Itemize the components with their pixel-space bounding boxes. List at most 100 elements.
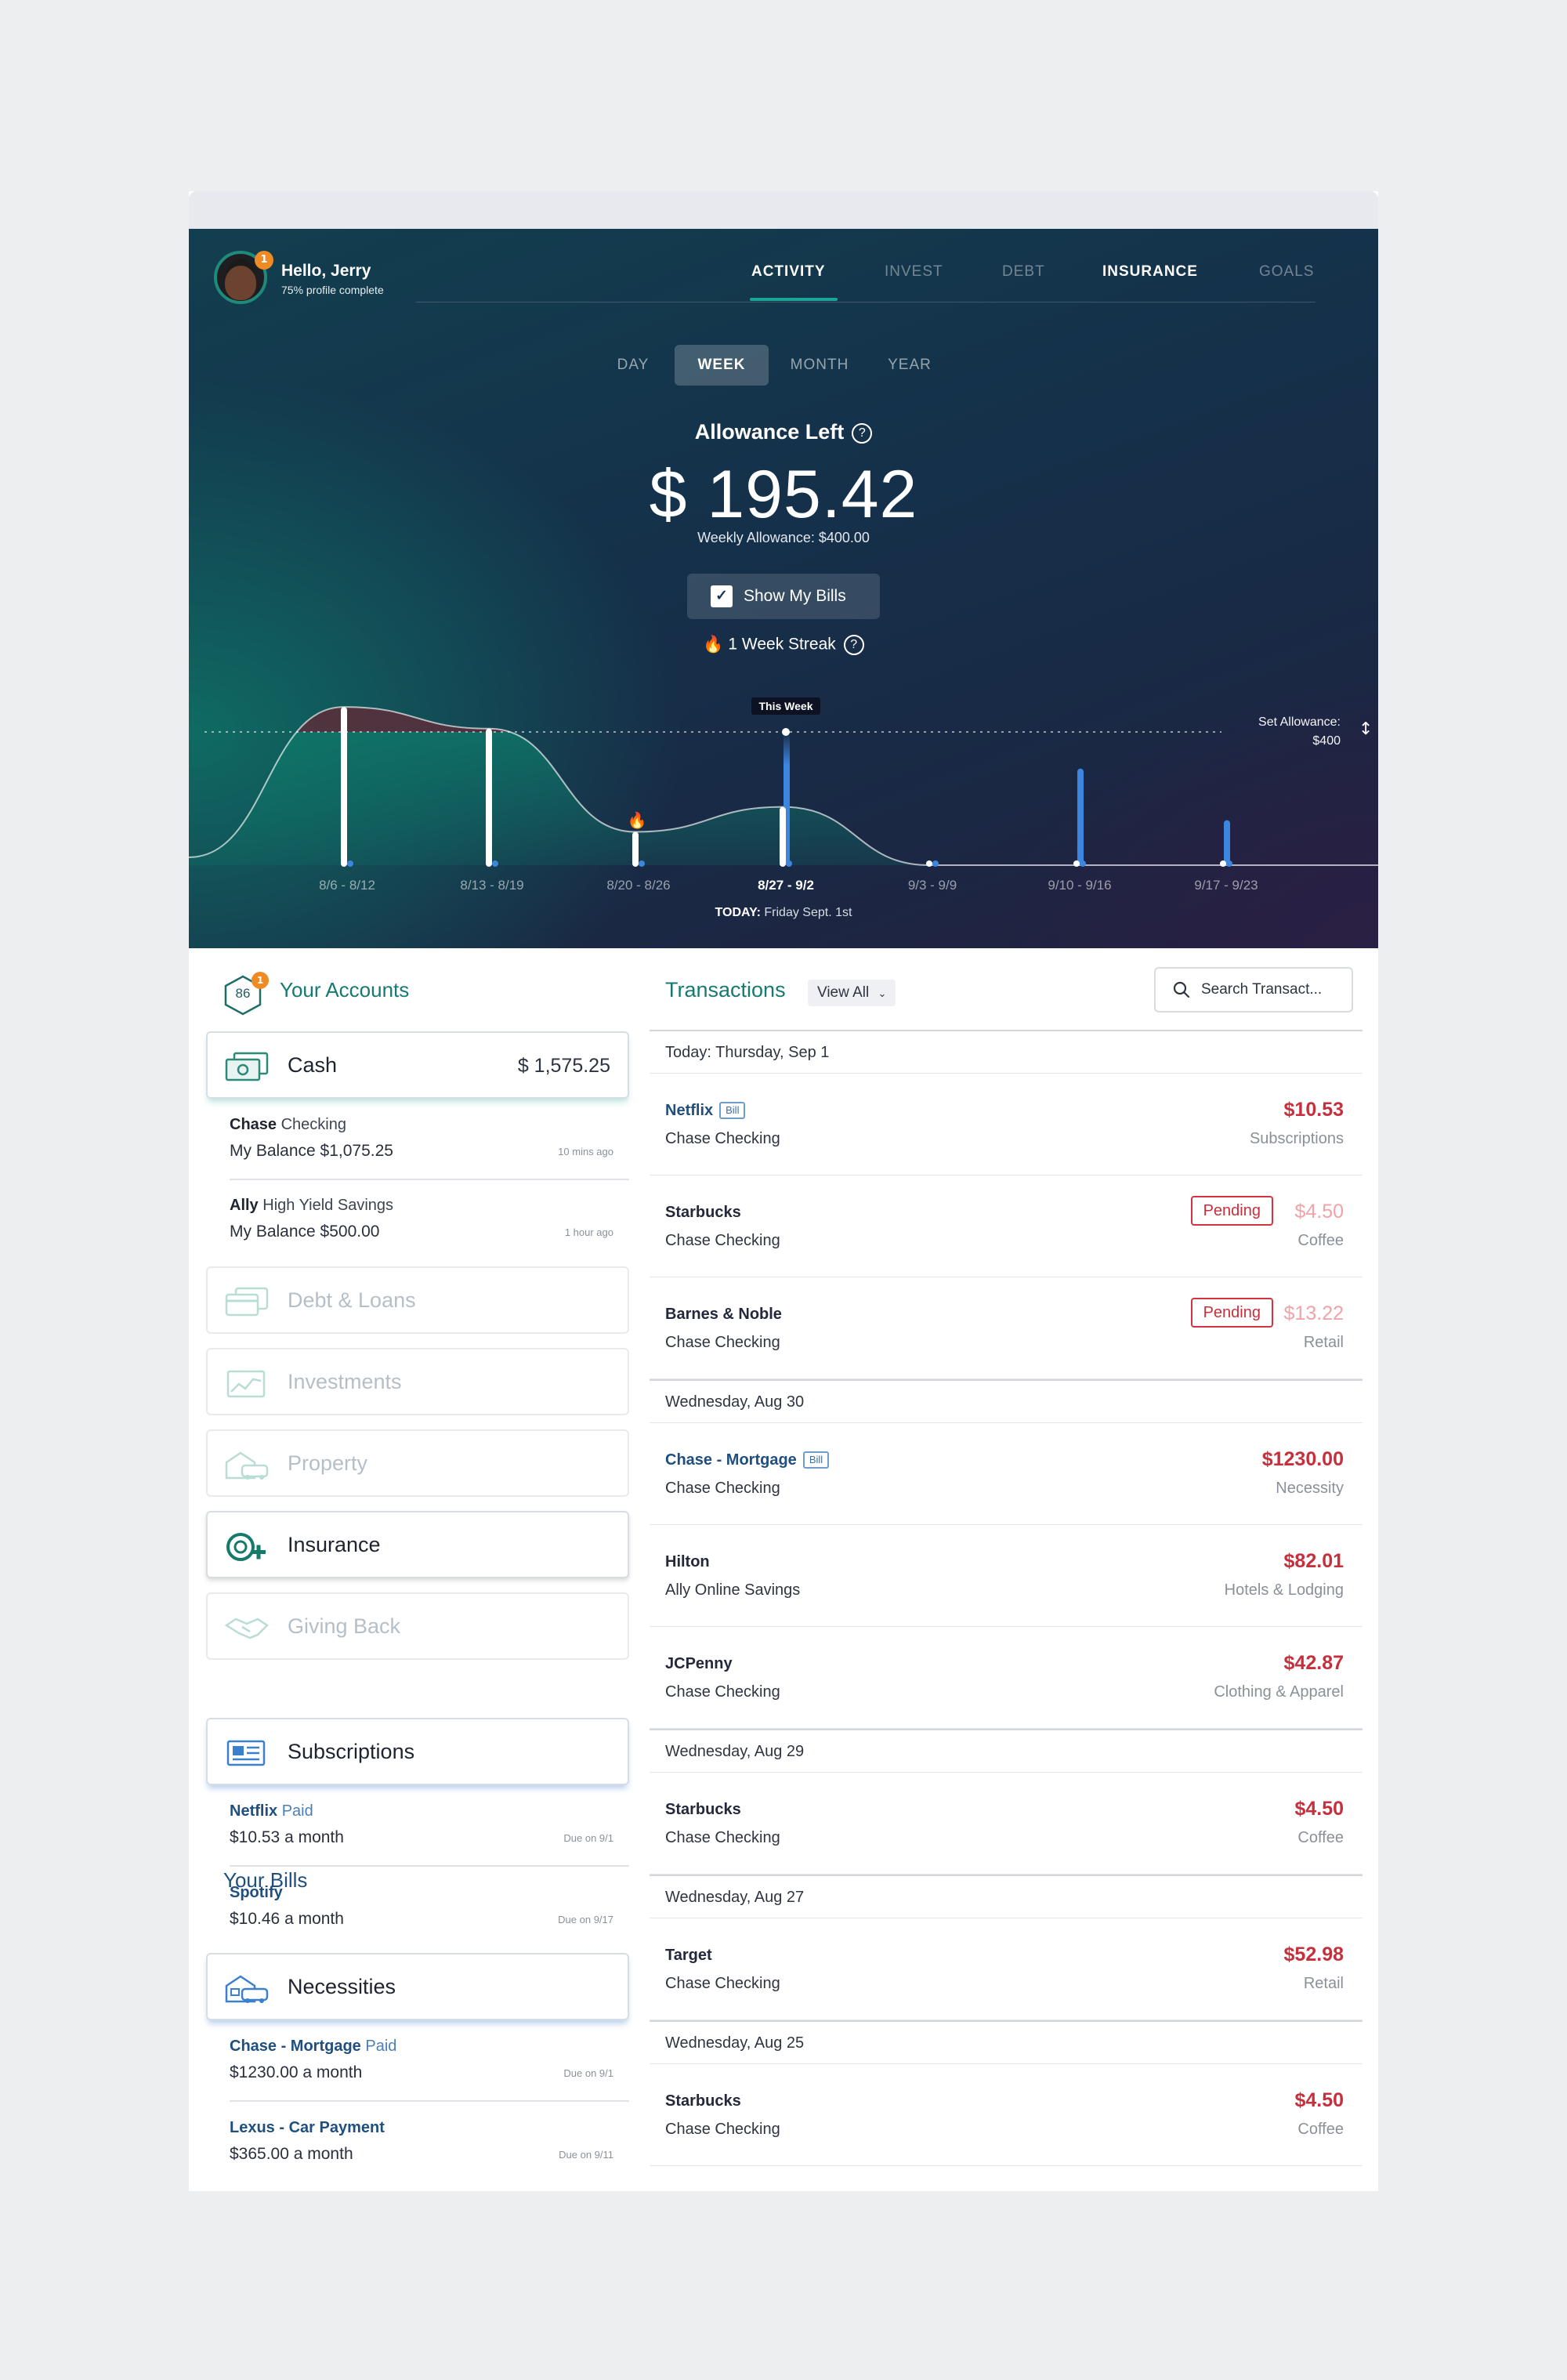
transaction-row[interactable]: JCPenny Chase Checking $42.87 Clothing & Ap… [650, 1627, 1363, 1729]
transaction-amount: $52.98 [1283, 1943, 1344, 1965]
bar-dot [341, 860, 347, 867]
bill-name: Spotify [230, 1884, 283, 1901]
updated-time: 10 mins ago [558, 1146, 613, 1157]
transaction-category: Subscriptions [1249, 1130, 1344, 1147]
bill-amount: $10.46 a month [230, 1910, 344, 1928]
transaction-date-header: Today: Thursday, Sep 1 [650, 1030, 1363, 1074]
merchant-name: Chase - Mortgage [665, 1451, 797, 1469]
transaction-merchant: Starbucks [665, 2092, 741, 2110]
transaction-merchant: JCPenny [665, 1655, 733, 1673]
bill-item-car-payment[interactable]: Lexus - Car Payment $365.00 a month Due … [230, 2119, 613, 2164]
transactions-title: Transactions [665, 978, 786, 1002]
bill-card-label: Subscriptions [288, 1740, 415, 1763]
transaction-row[interactable]: Barnes & Noble Chase Checking Pending $13.2… [650, 1277, 1363, 1379]
bill-item-spotify[interactable]: Spotify $10.46 a month Due on 9/17 [230, 1884, 613, 1929]
account-label: Cash [288, 1053, 338, 1077]
search-input[interactable] [1201, 981, 1339, 998]
transaction-account: Chase Checking [665, 1232, 780, 1249]
transaction-account: Chase Checking [665, 1683, 780, 1701]
activity-hero: 1 Hello, Jerry 75% profile complete ACTI… [189, 229, 1378, 948]
transaction-row[interactable]: Target Chase Checking $52.98 Retail [650, 1918, 1363, 2020]
bill-status: Paid [365, 2038, 397, 2055]
account-card-insurance[interactable]: Insurance [206, 1511, 629, 1578]
set-allowance-label[interactable]: Set Allowance: $400 [1231, 713, 1341, 751]
bar-dot [1220, 860, 1226, 867]
transaction-row[interactable]: Chase - Mortgage Bill Chase Checking $1230.… [650, 1423, 1363, 1525]
transaction-amount: $1230.00 [1261, 1448, 1344, 1470]
account-item-ally[interactable]: Ally High Yield Savings My Balance $500.… [230, 1197, 613, 1241]
account-card-giving-back[interactable]: Giving Back [206, 1592, 629, 1660]
set-allowance-text: Set Allowance: [1258, 715, 1341, 729]
bill-due: Due on 9/17 [558, 1914, 613, 1925]
transaction-date-header: Wednesday, Aug 25 [650, 2020, 1363, 2064]
search-icon [1173, 981, 1190, 998]
bill-name: Lexus - Car Payment [230, 2119, 385, 2136]
today-label: TODAY: Friday Sept. 1st [189, 906, 1378, 920]
transactions-list: Today: Thursday, Sep 1 Netflix Bill Chase C… [650, 1030, 1363, 2166]
merchant-name: Starbucks [665, 1801, 741, 1818]
account-label: Insurance [288, 1533, 381, 1556]
today-value: Friday Sept. 1st [764, 906, 852, 919]
account-card-debt-loans[interactable]: Debt & Loans [206, 1266, 629, 1334]
transaction-amount: $4.50 [1294, 1798, 1344, 1820]
x-axis-label: 8/6 - 8/12 [319, 878, 375, 893]
credit-cards-icon [225, 1287, 269, 1317]
bar-dot [1226, 860, 1232, 867]
pending-badge: Pending [1190, 1298, 1273, 1328]
account-label: Giving Back [288, 1614, 401, 1638]
today-prefix: TODAY: [715, 906, 761, 919]
bill-card-subscriptions[interactable]: Subscriptions [206, 1718, 629, 1785]
account-item-chase[interactable]: Chase Checking My Balance $1,075.25 10 m… [230, 1116, 613, 1161]
bar-dot [1073, 860, 1080, 867]
bar-dot [780, 860, 786, 867]
view-all-dropdown[interactable]: View All ⌄ [808, 980, 896, 1006]
transaction-category: Necessity [1276, 1480, 1344, 1497]
drag-handle-icon[interactable]: ↕ [1359, 719, 1373, 739]
bar-dot [486, 860, 492, 867]
transaction-merchant: Hilton [665, 1553, 710, 1571]
this-week-label: This Week [759, 700, 813, 712]
merchant-name: Starbucks [665, 2092, 741, 2110]
account-label: Investments [288, 1370, 402, 1393]
transaction-category: Clothing & Apparel [1214, 1683, 1344, 1701]
x-axis-label: 8/27 - 9/2 [758, 878, 814, 893]
bank-name: Ally [230, 1197, 259, 1214]
bill-due: Due on 9/11 [559, 2149, 613, 2161]
allowance-chart: 8/6 - 8/12 8/13 - 8/19 8/20 - 8/26 8/27 - 9… [189, 697, 1378, 893]
account-card-property[interactable]: Property [206, 1429, 629, 1497]
transaction-merchant: Starbucks [665, 1204, 741, 1222]
bar-dot [639, 860, 645, 867]
transaction-row[interactable]: Starbucks Chase Checking Pending $4.50 Coffe… [650, 1176, 1363, 1277]
transaction-date-header: Wednesday, Aug 27 [650, 1875, 1363, 1918]
app-card: 1 Hello, Jerry 75% profile complete ACTI… [189, 191, 1378, 2191]
pending-badge: Pending [1190, 1196, 1273, 1226]
search-box[interactable] [1154, 967, 1353, 1012]
transaction-row[interactable]: Starbucks Chase Checking $4.50 Coffee [650, 1773, 1363, 1875]
house-car-icon [225, 1975, 269, 2003]
transaction-merchant: Netflix Bill [665, 1102, 746, 1120]
bill-card-label: Necessities [288, 1975, 396, 1998]
account-card-investments[interactable]: Investments [206, 1348, 629, 1415]
bill-item-netflix[interactable]: Netflix Paid $10.53 a month Due on 9/1 [230, 1802, 613, 1847]
bill-item-mortgage[interactable]: Chase - Mortgage Paid $1230.00 a month D… [230, 2038, 613, 2082]
account-card-cash[interactable]: Cash $ 1,575.25 [206, 1031, 629, 1099]
bank-name: Chase [230, 1116, 277, 1133]
transaction-account: Chase Checking [665, 1480, 780, 1497]
transaction-row[interactable]: Hilton Ally Online Savings $82.01 Hotels & … [650, 1525, 1363, 1627]
transaction-row[interactable]: Starbucks Chase Checking $4.50 Coffee [650, 2064, 1363, 2166]
newspaper-icon [226, 1740, 266, 1766]
bill-card-necessities[interactable]: Necessities [206, 1953, 629, 2020]
transaction-merchant: Barnes & Noble [665, 1306, 782, 1324]
bill-amount: $365.00 a month [230, 2145, 353, 2163]
merchant-name: Hilton [665, 1553, 710, 1570]
account-amount: $ 1,575.25 [517, 1055, 610, 1077]
transaction-category: Coffee [1297, 2121, 1344, 2138]
transaction-row[interactable]: Netflix Bill Chase Checking $10.53 Subscript… [650, 1074, 1363, 1176]
transaction-amount: $42.87 [1283, 1652, 1344, 1674]
spending-bar [341, 707, 347, 865]
bill-due: Due on 9/1 [563, 1832, 613, 1844]
chevron-down-icon: ⌄ [878, 987, 887, 999]
bill-bar [1224, 820, 1230, 865]
merchant-name: Barnes & Noble [665, 1306, 782, 1323]
merchant-name: Netflix [665, 1102, 714, 1119]
